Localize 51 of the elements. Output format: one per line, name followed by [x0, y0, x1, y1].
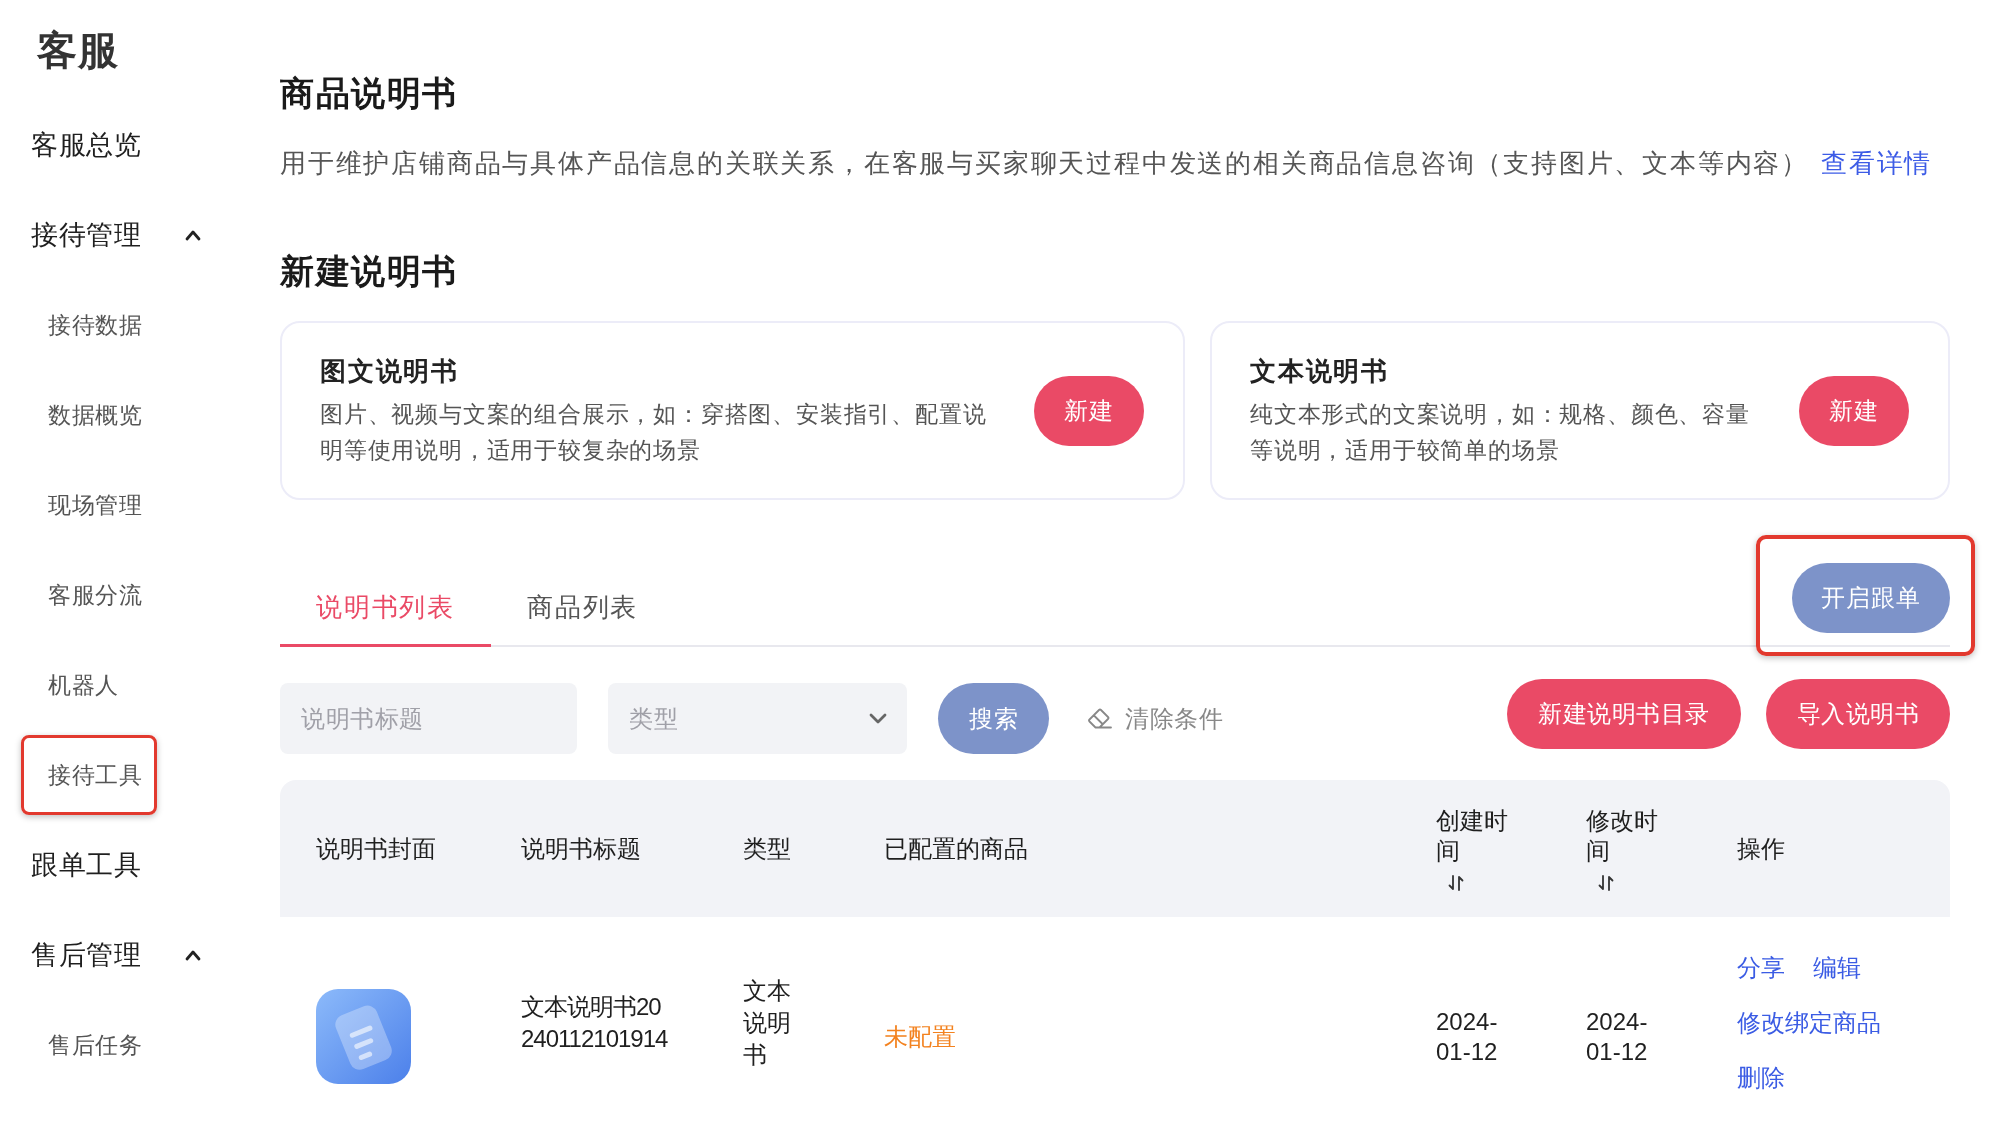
action-link[interactable]: 编辑	[1813, 951, 1861, 984]
sidebar-group-toggle[interactable]: 售后管理	[31, 937, 201, 973]
action-link[interactable]: 删除	[1737, 1061, 1785, 1094]
action-link[interactable]: 分享	[1737, 951, 1785, 984]
column-header: 说明书标题	[521, 833, 642, 864]
title-search-field[interactable]: 说明书标题	[280, 683, 577, 754]
toolbar-button[interactable]: 新建说明书目录	[1507, 678, 1741, 749]
new-button[interactable]: 新建	[1034, 375, 1144, 446]
sidebar-group-toggle[interactable]: 接待管理	[31, 217, 201, 253]
action-link[interactable]: 修改绑定商品	[1737, 1006, 1881, 1039]
toolbar-button[interactable]: 导入说明书	[1765, 678, 1950, 749]
column-header: 修改时间	[1586, 805, 1659, 866]
details-link[interactable]: 查看详情	[1821, 148, 1933, 178]
column-header: 类型	[743, 833, 792, 864]
table-cell-text: 2024-01-12	[1586, 1006, 1649, 1067]
sort-icon[interactable]	[1447, 873, 1465, 892]
sort-icon[interactable]	[1597, 873, 1615, 892]
sidebar-item[interactable]: 现场管理	[48, 487, 142, 523]
eraser-icon	[1087, 708, 1112, 729]
card-title: 图文说明书	[320, 355, 460, 388]
section-title: 新建说明书	[280, 251, 459, 292]
table-cell-text: 未配置	[884, 1021, 956, 1052]
page-description: 用于维护店铺商品与具体产品信息的关联关系，在客服与买家聊天过程中发送的相关商品信息咨询（支持图片、文本等内容） 查看详情	[280, 147, 1934, 180]
card-title: 文本说明书	[1250, 355, 1390, 388]
tab[interactable]: 商品列表	[491, 567, 675, 647]
document-icon	[316, 989, 411, 1084]
sidebar-item[interactable]: 客服总览	[31, 127, 141, 163]
tab[interactable]: 说明书列表	[280, 567, 491, 647]
page-title: 商品说明书	[280, 73, 459, 114]
sidebar-item[interactable]: 机器人	[48, 667, 119, 703]
column-header: 说明书封面	[316, 833, 437, 864]
clear-filters-button[interactable]: 清除条件	[1087, 700, 1223, 737]
table-cell-text: 2024-01-12	[1436, 1006, 1499, 1067]
sidebar-item[interactable]: 跟单工具	[31, 847, 141, 883]
sidebar-item[interactable]: 接待数据	[48, 307, 142, 343]
sidebar-item[interactable]: 接待工具	[48, 757, 142, 793]
column-header: 操作	[1737, 833, 1786, 864]
chevron-down-icon	[869, 712, 887, 725]
column-header: 已配置的商品	[884, 833, 1029, 864]
sidebar-item[interactable]: 客服分流	[48, 577, 142, 613]
table-cell-text: 文本说明书	[743, 975, 792, 1070]
sidebar-title: 客服	[36, 27, 120, 74]
sidebar-item[interactable]: 数据概览	[48, 397, 142, 433]
new-button[interactable]: 新建	[1799, 375, 1909, 446]
column-header: 创建时间	[1436, 805, 1509, 866]
card-description: 纯文本形式的文案说明，如：规格、颜色、容量等说明，适用于较简单的场景	[1250, 400, 1751, 465]
sidebar-item[interactable]: 售后任务	[48, 1027, 142, 1063]
search-button[interactable]: 搜索	[938, 683, 1049, 754]
card-description: 图片、视频与文案的组合展示，如：穿搭图、安装指引、配置说明等使用说明，适用于较复杂的场景	[320, 400, 988, 465]
follow-button[interactable]: 开启跟单	[1792, 563, 1950, 633]
table-cell-text: 文本说明书20240112101914	[521, 991, 669, 1054]
